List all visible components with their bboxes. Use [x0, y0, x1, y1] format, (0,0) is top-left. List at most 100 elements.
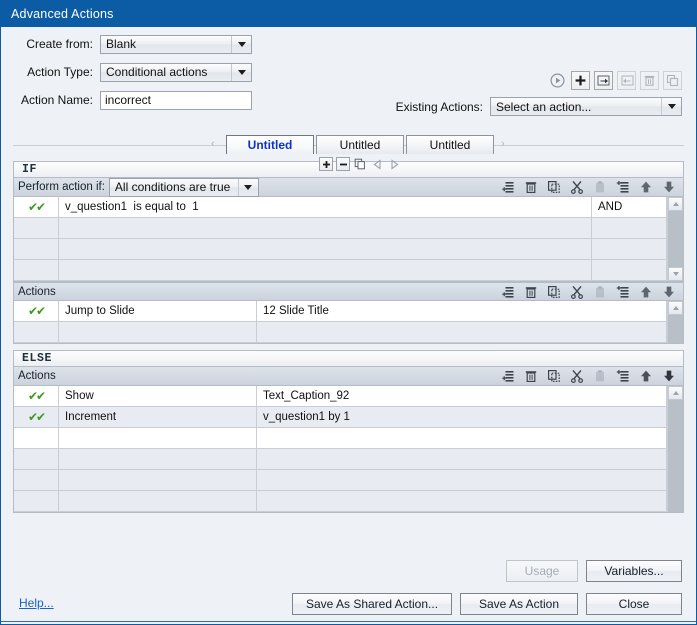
close-button[interactable]: Close	[586, 593, 682, 615]
insert-row-icon[interactable]	[616, 180, 630, 194]
action-target-cell[interactable]	[256, 427, 667, 449]
tab-untitled-2[interactable]: Untitled	[316, 135, 404, 154]
action-name-cell[interactable]: Show	[58, 386, 257, 407]
move-tab-left-icon[interactable]	[370, 157, 384, 171]
preview-icon[interactable]	[548, 71, 567, 90]
table-row[interactable]	[14, 427, 667, 449]
row-enabled-check[interactable]: ✔✔	[14, 406, 59, 428]
action-name-cell[interactable]	[58, 321, 257, 343]
scroll-track[interactable]	[668, 211, 683, 267]
row-enabled-check[interactable]	[14, 238, 59, 260]
help-link[interactable]: Help...	[19, 596, 54, 610]
scroll-up-icon[interactable]	[668, 301, 683, 315]
add-row-icon[interactable]	[501, 369, 515, 383]
create-from-dropdown[interactable]: Blank	[100, 34, 252, 54]
tab-scroll-right-icon[interactable]: ›	[501, 138, 505, 150]
condition-expression[interactable]	[58, 259, 592, 281]
row-enabled-check[interactable]: ✔✔	[14, 197, 59, 218]
action-target-cell[interactable]	[256, 469, 667, 491]
action-target-cell[interactable]: 12 Slide Title	[256, 301, 667, 322]
row-enabled-check[interactable]	[14, 217, 59, 239]
table-row[interactable]	[14, 217, 667, 239]
else-actions-scrollbar[interactable]	[667, 386, 683, 512]
action-name-cell[interactable]: Increment	[58, 406, 257, 428]
action-name-input[interactable]: incorrect	[100, 90, 252, 110]
action-target-cell[interactable]: Text_Caption_92	[256, 386, 667, 407]
action-target-cell[interactable]	[256, 448, 667, 470]
chevron-down-icon[interactable]	[231, 63, 251, 81]
action-target-cell[interactable]: v_question1 by 1	[256, 406, 667, 428]
insert-row-icon[interactable]	[616, 285, 630, 299]
condition-expression[interactable]	[58, 217, 592, 239]
scroll-down-icon[interactable]	[668, 267, 683, 281]
if-conditions-scrollbar[interactable]	[667, 197, 683, 281]
chevron-down-icon[interactable]	[231, 35, 251, 53]
move-down-icon[interactable]	[662, 180, 676, 194]
cut-row-icon[interactable]	[570, 285, 584, 299]
row-enabled-check[interactable]	[14, 469, 59, 491]
remove-tab-icon[interactable]	[336, 157, 350, 171]
table-row[interactable]	[14, 321, 667, 343]
action-name-cell[interactable]	[58, 469, 257, 491]
add-tab-icon[interactable]	[319, 157, 333, 171]
action-target-cell[interactable]	[256, 321, 667, 343]
tab-scroll-left-icon[interactable]: ‹	[211, 138, 215, 150]
copy-row-icon[interactable]	[547, 369, 561, 383]
condition-expression[interactable]	[58, 238, 592, 260]
action-target-cell[interactable]	[256, 490, 667, 512]
move-up-icon[interactable]	[639, 369, 653, 383]
scroll-track[interactable]	[668, 315, 683, 343]
move-up-icon[interactable]	[639, 180, 653, 194]
tab-untitled-1[interactable]: Untitled	[226, 135, 314, 154]
save-as-action-button[interactable]: Save As Action	[460, 593, 578, 615]
chevron-down-icon[interactable]	[661, 98, 681, 115]
cut-row-icon[interactable]	[570, 180, 584, 194]
table-row[interactable]: ✔✔ Show Text_Caption_92	[14, 386, 667, 407]
copy-row-icon[interactable]	[547, 285, 561, 299]
copy-row-icon[interactable]	[547, 180, 561, 194]
tab-untitled-3[interactable]: Untitled	[406, 135, 494, 154]
scroll-up-icon[interactable]	[668, 197, 683, 211]
existing-actions-dropdown[interactable]: Select an action...	[490, 97, 682, 116]
scroll-up-icon[interactable]	[668, 386, 683, 400]
duplicate-tab-icon[interactable]	[353, 157, 367, 171]
delete-row-icon[interactable]	[524, 369, 538, 383]
action-name-cell[interactable]: Jump to Slide	[58, 301, 257, 322]
move-up-icon[interactable]	[639, 285, 653, 299]
perform-action-if-dropdown[interactable]: All conditions are true	[108, 177, 259, 197]
delete-row-icon[interactable]	[524, 180, 538, 194]
row-enabled-check[interactable]	[14, 490, 59, 512]
variables-button[interactable]: Variables...	[586, 560, 682, 582]
action-name-cell[interactable]	[58, 427, 257, 449]
table-row[interactable]: ✔✔ v_question1 is equal to 1 AND	[14, 197, 667, 218]
move-down-icon[interactable]	[662, 369, 676, 383]
add-icon[interactable]	[571, 71, 590, 90]
table-row[interactable]	[14, 469, 667, 491]
add-row-icon[interactable]	[501, 180, 515, 194]
scroll-track[interactable]	[668, 400, 683, 512]
row-enabled-check[interactable]: ✔✔	[14, 301, 59, 322]
save-as-shared-action-button[interactable]: Save As Shared Action...	[292, 593, 452, 615]
table-row[interactable]	[14, 259, 667, 281]
save-as-icon[interactable]	[594, 71, 613, 90]
chevron-down-icon[interactable]	[237, 178, 258, 196]
row-enabled-check[interactable]	[14, 321, 59, 343]
move-down-icon[interactable]	[662, 285, 676, 299]
action-name-cell[interactable]	[58, 448, 257, 470]
table-row[interactable]: ✔✔ Increment v_question1 by 1	[14, 406, 667, 428]
table-row[interactable]	[14, 238, 667, 260]
if-actions-scrollbar[interactable]	[667, 301, 683, 343]
action-name-cell[interactable]	[58, 490, 257, 512]
row-enabled-check[interactable]	[14, 427, 59, 449]
add-row-icon[interactable]	[501, 285, 515, 299]
cut-row-icon[interactable]	[570, 369, 584, 383]
row-enabled-check[interactable]: ✔✔	[14, 386, 59, 407]
insert-row-icon[interactable]	[616, 369, 630, 383]
delete-row-icon[interactable]	[524, 285, 538, 299]
condition-expression[interactable]: v_question1 is equal to 1	[58, 197, 592, 218]
table-row[interactable]: ✔✔ Jump to Slide 12 Slide Title	[14, 301, 667, 322]
table-row[interactable]	[14, 490, 667, 512]
table-row[interactable]	[14, 448, 667, 470]
action-type-dropdown[interactable]: Conditional actions	[100, 62, 252, 82]
move-tab-right-icon[interactable]	[387, 157, 401, 171]
